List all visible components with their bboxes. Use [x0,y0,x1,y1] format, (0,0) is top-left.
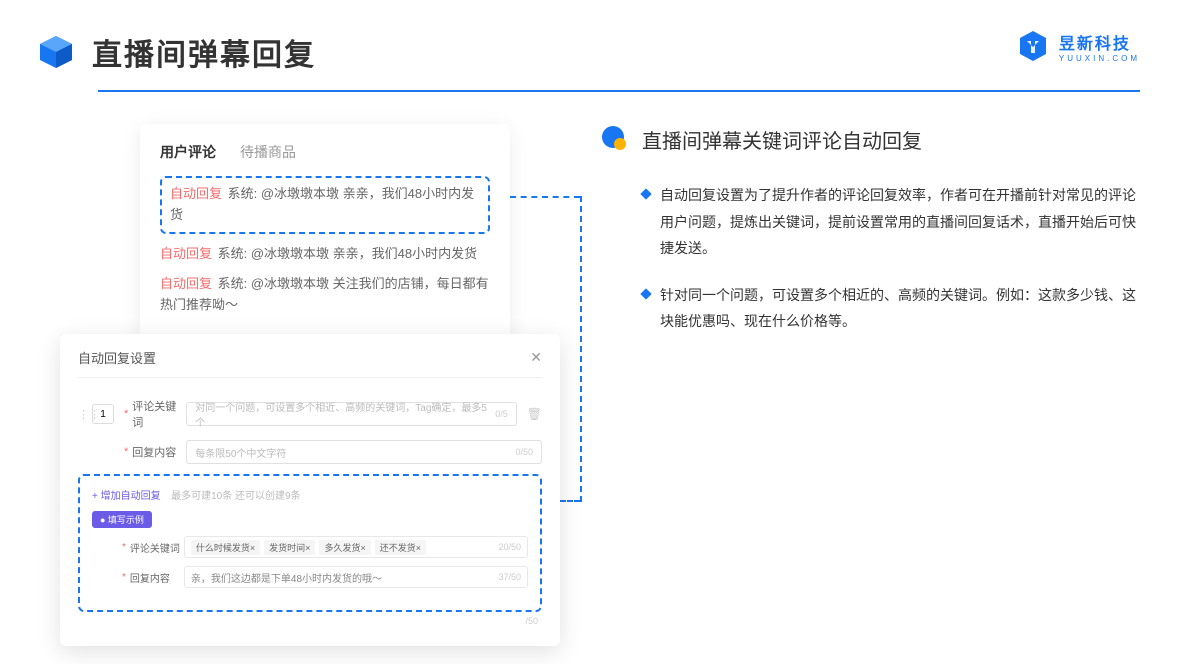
reply-tag: 自动回复 [170,186,222,201]
tab-user-comments[interactable]: 用户评论 [160,142,216,162]
tab-pending-goods[interactable]: 待播商品 [240,142,296,162]
brand-url: YUUXIN.COM [1059,54,1140,63]
reply-text: 系统: @冰墩墩本墩 亲亲，我们48小时内发货 [218,246,478,261]
drag-handle-icon[interactable]: ⋮⋮ [78,408,88,421]
order-number[interactable]: 1 [92,404,114,424]
content-input[interactable]: 每条限50个中文字符 0/50 [186,440,542,464]
ex-keyword-chips[interactable]: 什么时候发货× 发货时间× 多久发货× 还不发货× 20/50 [184,536,528,558]
ex-keyword-label: 评论关键词 [130,540,184,555]
connector [510,196,580,198]
reply-line: 自动回复 系统: @冰墩墩本墩 亲亲，我们48小时内发货 [160,244,490,265]
keyword-label: 评论关键词 [132,398,186,430]
required-star: * [122,572,126,583]
comments-panel: 用户评论 待播商品 自动回复 系统: @冰墩墩本墩 亲亲，我们48小时内发货 自… [140,124,510,348]
ex-content-input[interactable]: 亲，我们这边都是下单48小时内发货的哦～ 37/50 [184,566,528,588]
content-label: 回复内容 [132,444,186,460]
brand-icon [1015,28,1051,64]
char-count: 37/50 [498,572,521,582]
bullet-item: 自动回复设置为了提升作者的评论回复效率，作者可在开播前针对常见的评论用户问题，提… [642,182,1140,262]
page-title: 直播间弹幕回复 [92,30,316,74]
tail-count: /50 [78,616,542,626]
ex-content-label: 回复内容 [130,570,184,585]
chip[interactable]: 什么时候发货× [191,540,260,555]
add-hint: 最多可建10条 还可以创建9条 [171,491,300,502]
chip[interactable]: 多久发货× [319,540,370,555]
connector [580,196,582,502]
bullet-item: 针对同一个问题，可设置多个相近的、高频的关键词。例如：这款多少钱、这块能优惠吗、… [642,282,1140,335]
section-title: 直播间弹幕关键词评论自动回复 [642,125,922,154]
reply-tag: 自动回复 [160,276,212,291]
char-count: 0/5 [495,409,508,419]
add-reply-link[interactable]: + 增加自动回复 [92,491,161,502]
bullet-icon [600,124,630,154]
chip[interactable]: 发货时间× [264,540,315,555]
brand-name: 昱新科技 [1059,30,1140,54]
required-star: * [124,446,128,458]
required-star: * [122,542,126,553]
settings-panel: 自动回复设置 ✕ ⋮⋮ 1 * 评论关键词 对同一个问题，可设置多个相近、高频的… [60,334,560,646]
chip[interactable]: 还不发货× [375,540,426,555]
reply-tag: 自动回复 [160,246,212,261]
connector [560,500,580,502]
example-badge: ● 填写示例 [92,511,152,528]
close-icon[interactable]: ✕ [530,349,542,366]
example-box: + 增加自动回复 最多可建10条 还可以创建9条 ● 填写示例 * 评论关键词 … [78,474,542,612]
settings-title: 自动回复设置 [78,348,156,367]
reply-line: 自动回复 系统: @冰墩墩本墩 关注我们的店铺，每日都有热门推荐呦～ [160,274,490,316]
keyword-input[interactable]: 对同一个问题，可设置多个相近、高频的关键词，Tag确定，最多5个 0/5 [186,402,516,426]
cube-icon [36,32,76,72]
char-count: 20/50 [498,542,521,552]
required-star: * [124,408,128,420]
delete-icon[interactable]: 🗑 [527,407,542,421]
char-count: 0/50 [515,447,533,457]
brand-logo: 昱新科技 YUUXIN.COM [1015,28,1140,64]
highlighted-reply: 自动回复 系统: @冰墩墩本墩 亲亲，我们48小时内发货 [160,176,490,234]
